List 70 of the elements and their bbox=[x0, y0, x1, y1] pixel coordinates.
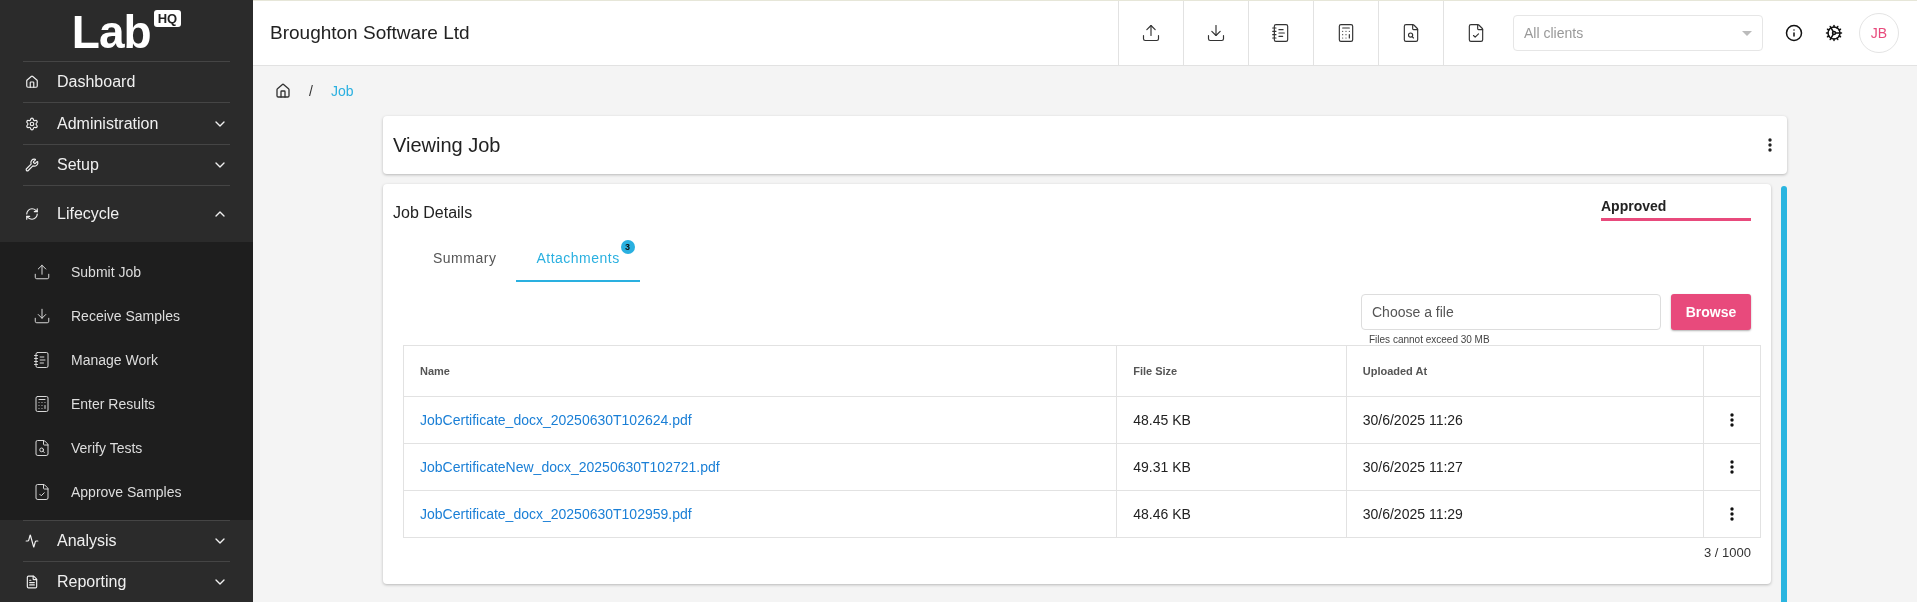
more-button[interactable] bbox=[1768, 138, 1772, 152]
sidebar-item[interactable]: Setup bbox=[23, 143, 230, 185]
download-icon bbox=[33, 306, 51, 325]
wrench-icon bbox=[25, 157, 39, 172]
file-link[interactable]: JobCertificateNew_docx_20250630T102721.pdf bbox=[420, 459, 720, 475]
caret-icon bbox=[1742, 30, 1752, 36]
sidebar-subitem[interactable]: Enter Results bbox=[0, 381, 253, 426]
tab[interactable]: Summary bbox=[413, 238, 517, 282]
more-icon bbox=[1729, 460, 1734, 474]
calculator-icon bbox=[33, 394, 51, 413]
file-hint: Files cannot exceed 30 MB bbox=[1368, 334, 1491, 345]
browse-button[interactable]: Browse bbox=[1671, 294, 1751, 330]
sidebar-subitem[interactable]: Submit Job bbox=[0, 249, 253, 294]
table-cell: 30/6/2025 11:26 bbox=[1346, 396, 1704, 444]
table-cell: 48.45 KB bbox=[1116, 396, 1347, 444]
notebook-icon bbox=[33, 350, 51, 369]
notebook-icon bbox=[1271, 23, 1291, 43]
sidebar-item[interactable]: Lifecycle bbox=[23, 184, 230, 242]
upload-icon bbox=[33, 262, 51, 281]
table-cell: 48.46 KB bbox=[1116, 490, 1347, 538]
upload-icon bbox=[1141, 23, 1161, 43]
table-cell: 49.31 KB bbox=[1116, 443, 1347, 491]
sidebar-item[interactable]: Analysis bbox=[23, 519, 230, 561]
status-label: Approved bbox=[1601, 198, 1751, 221]
company-title: Broughton Software Ltd bbox=[269, 22, 471, 44]
calculator-icon bbox=[1336, 23, 1356, 43]
settings-button[interactable] bbox=[1825, 24, 1843, 42]
column-header: File Size bbox=[1116, 345, 1347, 397]
sidebar-item[interactable]: Reporting bbox=[23, 560, 230, 602]
table-cell: 30/6/2025 11:29 bbox=[1346, 490, 1704, 538]
file-check-icon bbox=[33, 482, 51, 501]
refresh-icon bbox=[25, 206, 39, 221]
download-icon bbox=[1206, 23, 1226, 43]
row-count: 3 / 1000 bbox=[1704, 545, 1751, 560]
home-icon bbox=[25, 75, 39, 90]
row-menu-button[interactable] bbox=[1729, 507, 1734, 521]
user-avatar[interactable]: JB bbox=[1859, 13, 1899, 53]
scrollbar-thumb[interactable] bbox=[1781, 186, 1787, 602]
more-icon bbox=[1729, 413, 1734, 427]
file-search-icon bbox=[33, 438, 51, 457]
info-button[interactable] bbox=[1785, 24, 1803, 42]
chart-icon bbox=[25, 533, 39, 548]
document-icon bbox=[25, 574, 39, 589]
column-header: Name bbox=[403, 345, 1117, 397]
row-menu-button[interactable] bbox=[1729, 460, 1734, 474]
file-check-icon bbox=[1466, 23, 1486, 43]
sidebar-subitem[interactable]: Manage Work bbox=[0, 337, 253, 382]
table-cell: 30/6/2025 11:27 bbox=[1346, 443, 1704, 491]
tab[interactable]: Attachments 3 bbox=[516, 238, 640, 282]
section-title: Job Details bbox=[393, 204, 473, 222]
row-menu-button[interactable] bbox=[1729, 413, 1734, 427]
sidebar-item[interactable]: Administration bbox=[23, 102, 230, 144]
sidebar-subitem[interactable]: Receive Samples bbox=[0, 293, 253, 338]
home-icon[interactable] bbox=[275, 83, 291, 99]
settings-icon bbox=[25, 116, 39, 131]
info-icon bbox=[1785, 24, 1803, 42]
sidebar-item[interactable]: Dashboard bbox=[23, 61, 230, 103]
column-header: Uploaded At bbox=[1346, 345, 1704, 397]
settings-icon bbox=[1825, 24, 1843, 42]
breadcrumb-separator: / bbox=[309, 83, 313, 99]
more-icon bbox=[1729, 507, 1734, 521]
page-title: Viewing Job bbox=[393, 133, 501, 157]
sidebar-subitem[interactable]: Verify Tests bbox=[0, 425, 253, 470]
file-link[interactable]: JobCertificate_docx_20250630T102959.pdf bbox=[420, 506, 692, 522]
file-input[interactable]: Choose a file bbox=[1361, 294, 1661, 330]
count-badge: 3 bbox=[620, 240, 635, 254]
more-icon bbox=[1768, 138, 1772, 152]
file-search-icon bbox=[1401, 23, 1421, 43]
sidebar-subitem[interactable]: Approve Samples bbox=[0, 469, 253, 514]
file-link[interactable]: JobCertificate_docx_20250630T102624.pdf bbox=[420, 412, 692, 428]
